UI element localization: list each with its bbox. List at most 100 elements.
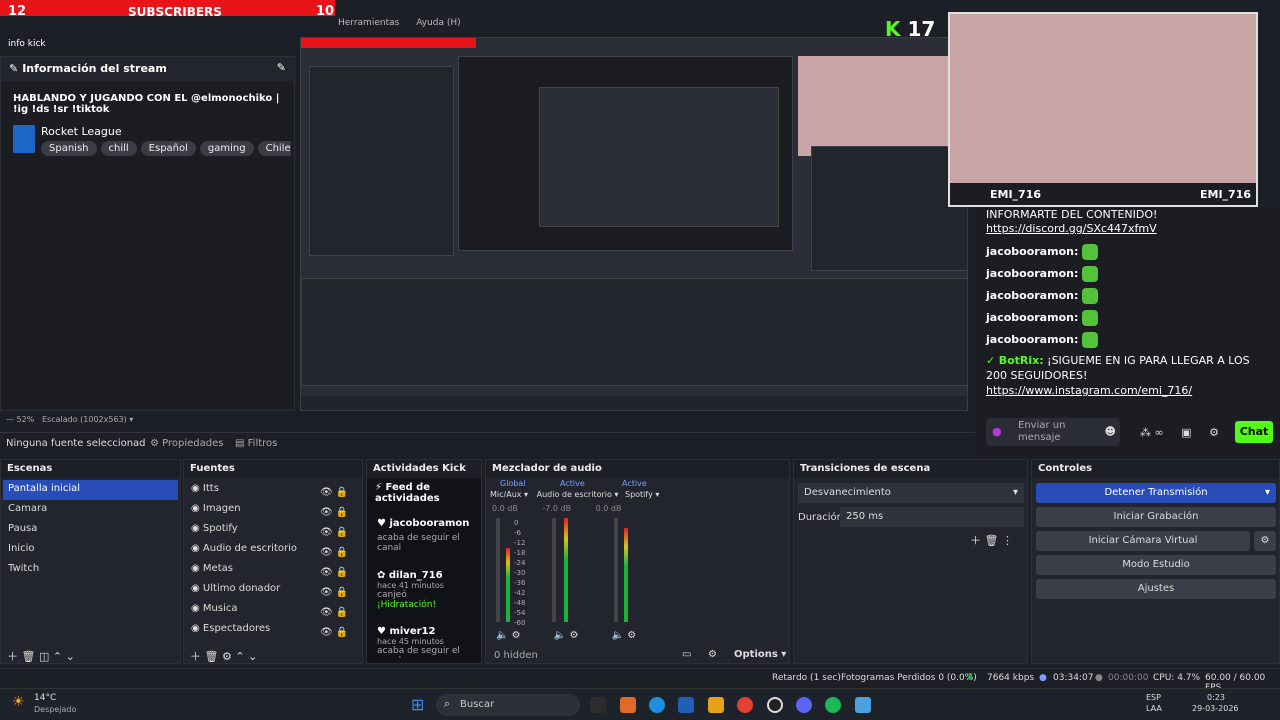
share-icon[interactable]: ⁂ <box>1140 426 1151 439</box>
link-icon[interactable]: ∞ <box>1155 426 1164 439</box>
task-view-icon[interactable] <box>590 697 606 713</box>
source-label[interactable]: Imagen <box>203 503 241 514</box>
menu-help[interactable]: Ayuda (H) <box>416 18 460 28</box>
scene-item[interactable]: Camara <box>3 500 178 520</box>
settings-button[interactable]: Ajustes <box>1036 579 1276 599</box>
windows-start-icon[interactable]: ⊞ <box>411 695 424 714</box>
eye-icon[interactable]: 👁 🔒 <box>320 483 348 503</box>
source-label[interactable]: Itts <box>203 483 219 494</box>
up-arrow-icon[interactable]: ⌃ <box>53 650 62 663</box>
channel-name[interactable]: Audio de escritorio <box>537 490 612 499</box>
scene-item[interactable]: Pantalla inicial <box>3 480 178 500</box>
speaker-icon[interactable]: 🔈 <box>612 630 624 641</box>
up-arrow-icon[interactable]: ⌃ <box>235 650 244 663</box>
chat-username[interactable]: jacobooramon: <box>986 333 1078 346</box>
gear-icon[interactable]: ⚙ <box>569 630 578 641</box>
add-icon[interactable]: ＋ <box>190 650 201 663</box>
source-label[interactable]: Ultimo donador <box>203 583 280 594</box>
clock-time[interactable]: 0:23 <box>1207 693 1225 702</box>
tag[interactable]: Spanish <box>41 141 97 156</box>
filter-icon[interactable]: ◫ <box>39 650 49 663</box>
chat-username[interactable]: jacobooramon: <box>986 311 1078 324</box>
speaker-icon[interactable]: 🔈 <box>554 630 566 641</box>
eye-icon[interactable]: 👁 🔒 <box>320 603 348 623</box>
filters-button[interactable]: ▤ Filtros <box>235 438 277 449</box>
channel-name[interactable]: Spotify <box>625 490 653 499</box>
gear-icon[interactable]: ⚙ <box>222 650 232 663</box>
chat-input[interactable]: ● Enviar un mensaje ☻ <box>986 418 1120 446</box>
spotify-icon[interactable] <box>825 697 841 713</box>
source-label[interactable]: Musica <box>203 603 238 614</box>
app-icon[interactable] <box>855 697 871 713</box>
obs-icon[interactable] <box>767 697 783 713</box>
scene-item[interactable]: Inicio <box>3 540 178 560</box>
tab-global[interactable]: Global <box>500 479 526 488</box>
source-label[interactable]: Espectadores <box>203 623 270 634</box>
explorer-icon[interactable] <box>708 697 724 713</box>
down-arrow-icon[interactable]: ⌄ <box>66 650 75 663</box>
weather-temp[interactable]: 14°C <box>34 693 56 703</box>
preview-canvas[interactable] <box>300 37 968 411</box>
gear-icon[interactable]: ⚙ <box>512 630 521 641</box>
chevron-down-icon[interactable]: ▾ <box>1265 483 1270 503</box>
tag[interactable]: gaming <box>199 141 254 156</box>
discord-icon[interactable] <box>796 697 812 713</box>
scene-item[interactable]: Twitch <box>3 560 178 580</box>
down-arrow-icon[interactable]: ⌄ <box>248 650 257 663</box>
trash-icon[interactable]: 🗑 <box>22 650 36 663</box>
language-code[interactable]: ESP <box>1146 693 1161 702</box>
more-icon[interactable]: ⋮ <box>1002 534 1013 547</box>
scene-item[interactable]: Pausa <box>3 520 178 540</box>
eye-icon[interactable]: 👁 🔒 <box>320 543 348 563</box>
store-icon[interactable] <box>678 697 694 713</box>
properties-button[interactable]: ⚙ Propiedades <box>150 438 223 449</box>
eye-icon[interactable]: 👁 🔒 <box>320 623 348 643</box>
tag[interactable]: Español <box>140 141 196 156</box>
chat-username[interactable]: jacobooramon: <box>986 245 1078 258</box>
source-label[interactable]: Spotify <box>203 523 238 534</box>
edit-icon[interactable]: ✎ <box>277 61 286 74</box>
volume-slider[interactable] <box>552 518 556 622</box>
tab-active[interactable]: Active <box>560 479 585 488</box>
language-layout[interactable]: LAA <box>1146 704 1162 713</box>
settings-gear-icon[interactable]: ⚙ <box>1209 426 1219 439</box>
emoji-icon[interactable]: ☻ <box>1105 425 1116 438</box>
options-button[interactable]: Options ▾ <box>734 649 786 660</box>
chat-link[interactable]: https://discord.gg/SXc447xfmV <box>986 222 1157 235</box>
layout-icon[interactable]: ▭ <box>682 649 691 660</box>
trash-icon[interactable]: 🗑 <box>985 534 999 547</box>
bot-username[interactable]: BotRix: <box>999 354 1044 367</box>
gift-icon[interactable]: ▣ <box>1181 426 1191 439</box>
eye-icon[interactable]: 👁 🔒 <box>320 563 348 583</box>
weather-icon[interactable]: ☀ <box>12 694 25 710</box>
edge-icon[interactable] <box>649 697 665 713</box>
volume-slider[interactable] <box>614 518 618 622</box>
volume-slider[interactable] <box>496 518 500 622</box>
tab-active[interactable]: Active <box>622 479 647 488</box>
zoom-level[interactable]: 52% <box>17 415 35 424</box>
studio-mode-button[interactable]: Modo Estudio <box>1036 555 1276 575</box>
trash-icon[interactable]: 🗑 <box>205 650 219 663</box>
chat-username[interactable]: jacobooramon: <box>986 267 1078 280</box>
chat-send-button[interactable]: Chat <box>1235 421 1273 443</box>
speaker-icon[interactable]: 🔈 <box>496 630 508 641</box>
copilot-icon[interactable] <box>620 697 636 713</box>
menu-tools[interactable]: Herramientas <box>338 18 399 28</box>
virtualcam-settings-gear-icon[interactable]: ⚙ <box>1254 531 1276 551</box>
tag[interactable]: Chile <box>257 141 291 156</box>
eye-icon[interactable]: 👁 🔒 <box>320 523 348 543</box>
chat-username[interactable]: jacobooramon: <box>986 289 1078 302</box>
channel-name[interactable]: Mic/Aux <box>490 490 522 499</box>
duration-input[interactable]: 250 ms <box>840 507 1024 527</box>
eye-icon[interactable]: 👁 🔒 <box>320 583 348 603</box>
source-label[interactable]: Metas <box>203 563 233 574</box>
add-icon[interactable]: ＋ <box>970 534 981 547</box>
eye-icon[interactable]: 👁 🔒 <box>320 503 348 523</box>
stop-stream-button[interactable]: Detener Transmisión ▾ <box>1036 483 1276 503</box>
advanced-audio-icon[interactable]: ⚙ <box>708 649 717 660</box>
scaling-label[interactable]: Escalado (1002x563) <box>42 415 127 424</box>
start-recording-button[interactable]: Iniciar Grabación <box>1036 507 1276 527</box>
source-label[interactable]: Audio de escritorio <box>203 543 297 554</box>
clock-date[interactable]: 29-03-2026 <box>1192 704 1239 713</box>
start-virtualcam-button[interactable]: Iniciar Cámara Virtual <box>1036 531 1250 551</box>
